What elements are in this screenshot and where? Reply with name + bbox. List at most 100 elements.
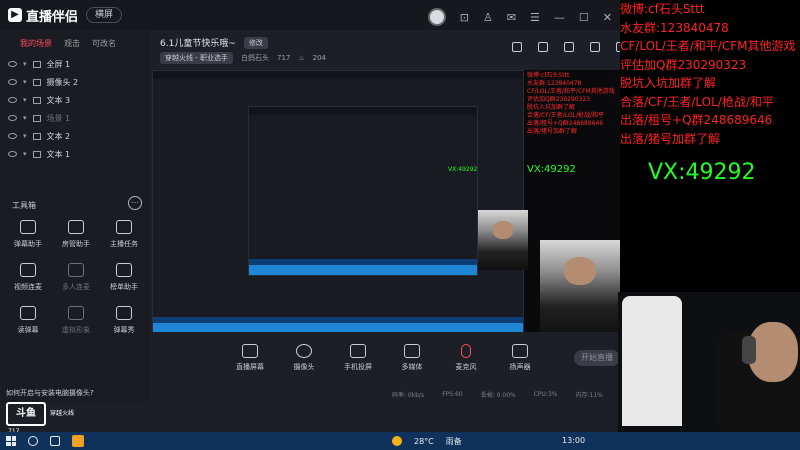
stream-info-row: 穿越火线 - 职业选手 白鸽石头 717 ♨ 204 [160, 52, 326, 64]
phone-cast-button[interactable]: 手机投屏 [338, 344, 378, 372]
layout-icon[interactable] [564, 42, 574, 52]
orientation-mode-button[interactable]: 横屏 [86, 7, 123, 23]
nested-overlay-text: 微博:cf石头Sttt [527, 72, 570, 79]
scene-item[interactable]: ▾ 全屏 1 [0, 55, 150, 73]
fire-icon: ♨ [298, 54, 305, 62]
multimedia-button[interactable]: 多媒体 [392, 344, 432, 372]
scene-item[interactable]: ▾ 摄像头 2 [0, 73, 150, 91]
nested-preview [248, 106, 478, 276]
read-danmu-icon [20, 306, 36, 320]
app-taskbar-icon[interactable] [72, 435, 84, 447]
tool-ranking[interactable]: 榜单助手 [100, 263, 148, 292]
task-icon [116, 220, 132, 234]
user-avatar[interactable] [427, 8, 446, 26]
nested-overlay-text: 脱坑入坑加群了解 [527, 104, 576, 111]
control-label: 手机投屏 [344, 363, 372, 371]
ranking-icon [116, 263, 132, 277]
video-link-icon [20, 263, 36, 277]
preview-stage[interactable]: 微博:cf石头Sttt 水友群:123840478 CF/LOL/王者/和平/C… [152, 70, 620, 332]
nested-overlay-text: CF/LOL/王者/和平/CFM其他游戏 [527, 88, 615, 95]
nested-overlay-text: 出落/猪号加群了解 [527, 128, 578, 135]
chevron-down-icon[interactable]: ▾ [23, 132, 27, 140]
visibility-eye-icon[interactable] [8, 133, 17, 139]
tool-danmu-assistant[interactable]: 弹幕助手 [4, 220, 52, 249]
scene-item[interactable]: ▾ 场景 1 [0, 109, 150, 127]
speaker-button[interactable]: 扬声器 [500, 344, 540, 372]
tab-my-scenes[interactable]: 我的场景 [20, 38, 52, 49]
microphone-icon [461, 344, 471, 358]
chevron-down-icon[interactable]: ▾ [23, 150, 27, 158]
platform-logo: 斗鱼 [6, 402, 46, 426]
nested-overlay-text: 合落/CF/王者/LOL/枪战/和平 [527, 112, 604, 119]
tab-rename[interactable]: 可改名 [92, 38, 116, 49]
platform-watermark: 斗鱼 穿越火线 717 [6, 398, 116, 435]
help-notice-link[interactable]: 如何开启与安装电脑摄像头? [6, 388, 94, 398]
toolbox-grid: 弹幕助手 房管助手 主播任务 视频连麦 多人连麦 榜单助手 读弹幕 虚拟形象 弹… [4, 220, 148, 335]
search-icon[interactable] [28, 436, 38, 446]
more-tools-button[interactable]: ⋯ [128, 196, 142, 210]
streamer-name: 白鸽石头 [240, 54, 269, 62]
start-live-button[interactable]: 开始直播 [574, 350, 620, 366]
scene-item[interactable]: ▾ 文本 2 [0, 127, 150, 145]
category-tag[interactable]: 穿越火线 - 职业选手 [160, 52, 233, 64]
minimize-icon[interactable]: — [554, 11, 565, 24]
chevron-down-icon[interactable]: ▾ [23, 114, 27, 122]
window-controls: ⊡ ♙ ✉ ☰ — ☐ ✕ [427, 8, 612, 26]
tool-avatar[interactable]: 虚拟形象 [52, 306, 100, 335]
danmu-icon [20, 220, 36, 234]
chevron-down-icon[interactable]: ▾ [23, 96, 27, 104]
tool-multi-link[interactable]: 多人连麦 [52, 263, 100, 292]
home-icon[interactable] [590, 42, 600, 52]
chevron-down-icon[interactable]: ▾ [23, 78, 27, 86]
camera-button[interactable]: 摄像头 [284, 344, 324, 372]
tool-host-tasks[interactable]: 主播任务 [100, 220, 148, 249]
stream-title-row: 6.1儿童节快乐哦~ 修改 [160, 36, 268, 49]
scene-item[interactable]: ▾ 文本 1 [0, 145, 150, 163]
toolbox-title: 工具箱 [12, 201, 36, 210]
edit-title-button[interactable]: 修改 [243, 36, 268, 49]
task-view-icon[interactable] [50, 436, 60, 446]
menu-icon[interactable]: ☰ [530, 11, 540, 24]
gift-icon[interactable]: ⊡ [460, 11, 469, 24]
status-bar: 码率: 0kb/s FPS:60 丢帧: 0.00% CPU:3% 内存:11% [152, 388, 620, 400]
close-icon[interactable]: ✕ [603, 11, 612, 24]
tool-room-manager[interactable]: 房管助手 [52, 220, 100, 249]
shirt-icon[interactable]: ♙ [483, 11, 493, 24]
tab-view[interactable]: 观击 [64, 38, 80, 49]
visibility-eye-icon[interactable] [8, 61, 17, 67]
overlay-vx: VX:49292 [648, 160, 756, 185]
add-source-icon[interactable] [512, 42, 522, 52]
visibility-eye-icon[interactable] [8, 97, 17, 103]
visibility-eye-icon[interactable] [8, 115, 17, 121]
overlay-line: 微博:cf石头Sttt [620, 2, 705, 16]
chevron-down-icon[interactable]: ▾ [23, 60, 27, 68]
windows-start-icon[interactable] [6, 436, 16, 446]
user-icon [68, 220, 84, 234]
lock-icon[interactable] [538, 42, 548, 52]
tool-read-danmu[interactable]: 读弹幕 [4, 306, 52, 335]
logo-mark-icon: ▶ [8, 8, 22, 22]
tool-video-link[interactable]: 视频连麦 [4, 263, 52, 292]
camera-icon [32, 78, 41, 86]
visibility-eye-icon[interactable] [8, 79, 17, 85]
clock[interactable]: 13:00 [562, 436, 585, 445]
scene-item[interactable]: ▾ 文本 3 [0, 91, 150, 109]
tool-label: 多人连麦 [62, 283, 90, 291]
tool-label: 弹幕秀 [113, 326, 135, 334]
weather-icon[interactable] [392, 436, 402, 446]
cpu-status: CPU:3% [533, 390, 558, 398]
orientation-mode-label: 横屏 [95, 10, 114, 20]
scene-label: 文本 2 [46, 131, 71, 141]
preview-toolbar [512, 42, 626, 52]
tool-label: 主播任务 [110, 240, 138, 248]
screen-capture-button[interactable]: 直播屏幕 [230, 344, 270, 372]
camera-icon [296, 344, 312, 358]
visibility-eye-icon[interactable] [8, 151, 17, 157]
viewer-count: 717 [276, 54, 291, 62]
control-label: 摄像头 [293, 363, 315, 371]
gaming-chair [622, 296, 682, 426]
mail-icon[interactable]: ✉ [507, 11, 516, 24]
microphone-button[interactable]: 麦克风 [446, 344, 486, 372]
tool-danmu-show[interactable]: 弹幕秀 [100, 306, 148, 335]
maximize-icon[interactable]: ☐ [579, 11, 589, 24]
